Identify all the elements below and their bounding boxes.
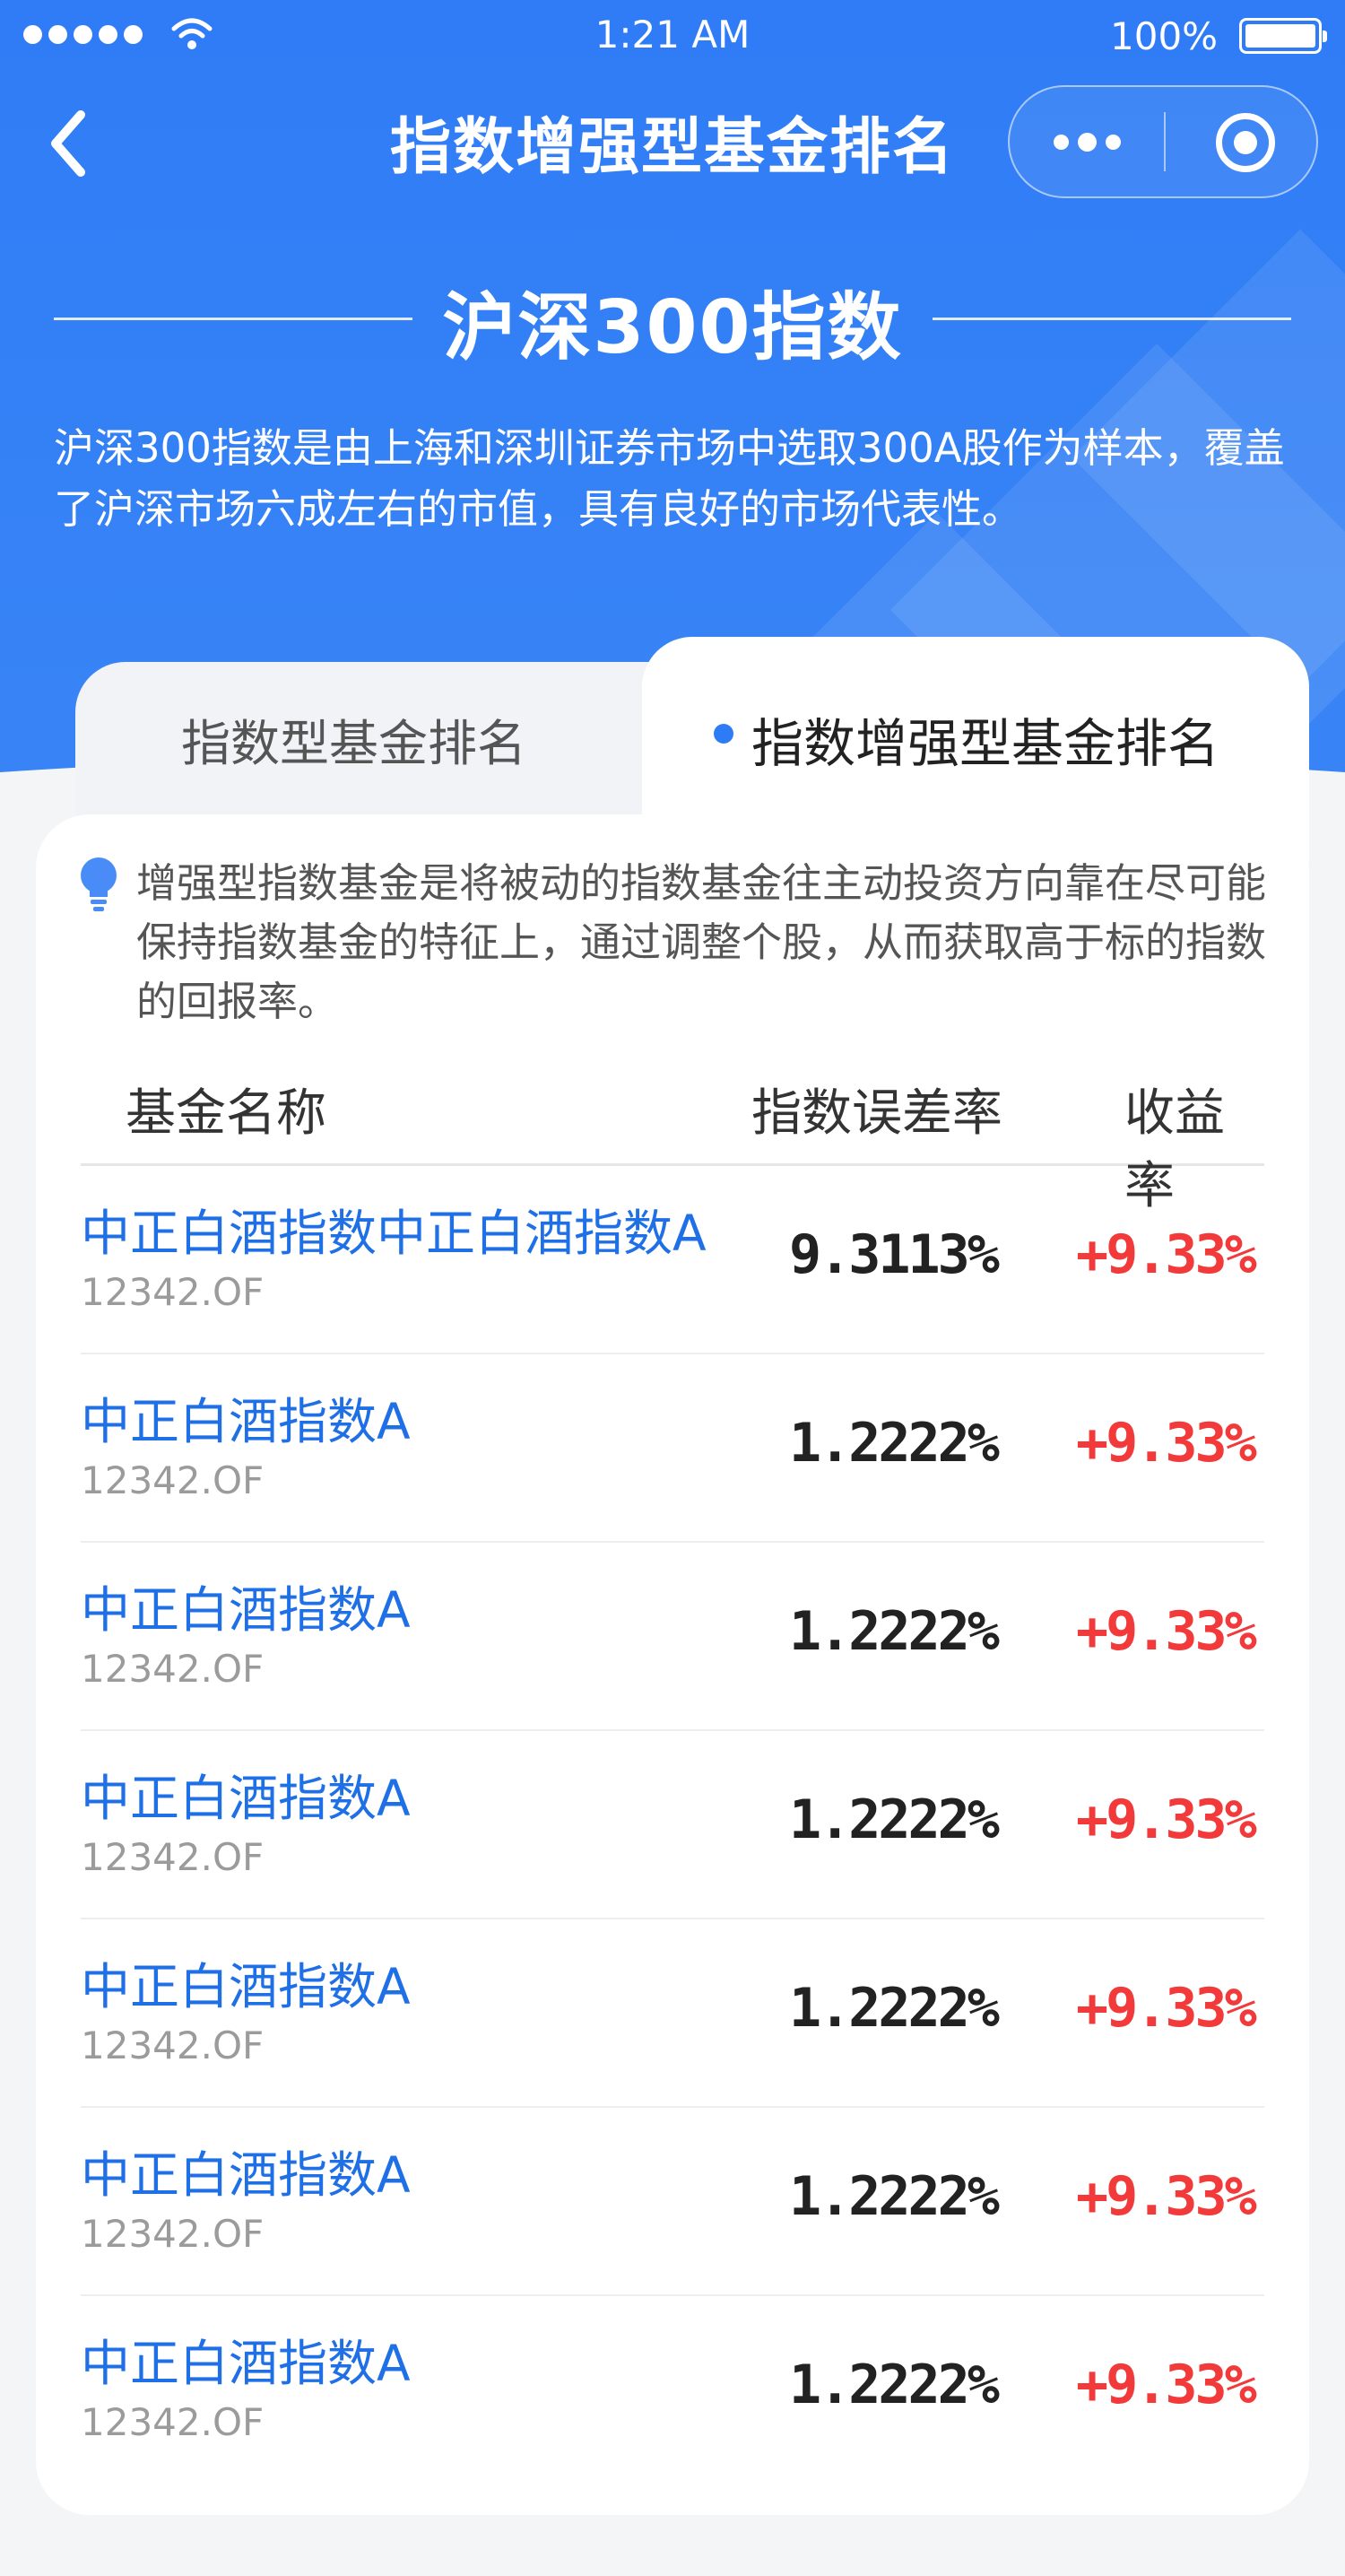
error-rate: 1.2222% [789, 1412, 1000, 1475]
lightbulb-icon [81, 857, 117, 911]
return-rate: +9.33% [1076, 2354, 1257, 2416]
fund-code: 12342.OF [81, 2212, 265, 2256]
return-rate: +9.33% [1076, 1600, 1257, 1663]
error-rate: 1.2222% [789, 1788, 1000, 1851]
error-rate: 1.2222% [789, 2354, 1000, 2416]
target-icon[interactable] [1216, 113, 1275, 172]
battery-icon [1239, 18, 1327, 54]
header-error-rate: 指数误差率 [751, 1084, 1002, 1143]
ranking-card: 增强型指数基金是将被动的指数基金往主动投资方向靠在尽可能保持指数基金的特征上，通… [36, 814, 1309, 2515]
error-rate: 9.3113% [789, 1223, 1000, 1286]
table-row[interactable]: 中正白酒指数A 12342.OF 1.2222% +9.33% [81, 1543, 1264, 1731]
fund-code: 12342.OF [81, 1835, 265, 1879]
table-row[interactable]: 中正白酒指数中正白酒指数A 12342.OF 9.3113% +9.33% [81, 1166, 1264, 1354]
fund-name[interactable]: 中正白酒指数中正白酒指数A [81, 1193, 707, 1265]
fund-code: 12342.OF [81, 1458, 265, 1502]
tab-label: 指数型基金排名 [181, 715, 527, 772]
table-header: 基金名称 指数误差率 收益率 [81, 1057, 1264, 1215]
fund-name[interactable]: 中正白酒指数A [81, 2135, 411, 2206]
return-rate: +9.33% [1076, 1412, 1257, 1475]
fund-code: 12342.OF [81, 2023, 265, 2067]
return-rate: +9.33% [1076, 1223, 1257, 1286]
fund-name[interactable]: 中正白酒指数A [81, 1946, 411, 2018]
header-fund-name: 基金名称 [126, 1084, 326, 1143]
table-row[interactable]: 中正白酒指数A 12342.OF 1.2222% +9.33% [81, 2108, 1264, 2296]
fund-name[interactable]: 中正白酒指数A [81, 2323, 411, 2395]
error-rate: 1.2222% [789, 1977, 1000, 2040]
mini-program-capsule [1008, 85, 1318, 198]
fund-name[interactable]: 中正白酒指数A [81, 1570, 411, 1641]
tip-text: 增强型指数基金是将被动的指数基金往主动投资方向靠在尽可能保持指数基金的特征上，通… [136, 859, 1267, 1025]
table-row[interactable]: 中正白酒指数A 12342.OF 1.2222% +9.33% [81, 2296, 1264, 2485]
more-dots-icon[interactable] [1010, 87, 1164, 196]
table-row[interactable]: 中正白酒指数A 12342.OF 1.2222% +9.33% [81, 1919, 1264, 2108]
table-row[interactable]: 中正白酒指数A 12342.OF 1.2222% +9.33% [81, 1731, 1264, 1919]
fund-name[interactable]: 中正白酒指数A [81, 1758, 411, 1830]
return-rate: +9.33% [1076, 1788, 1257, 1851]
index-title: 沪深300指数 [442, 285, 903, 370]
return-rate: +9.33% [1076, 1977, 1257, 2040]
index-description: 沪深300指数是由上海和深圳证券市场中选取300A股作为样本，覆盖了沪深市场六成… [54, 424, 1285, 533]
capsule-divider [1164, 112, 1166, 171]
fund-code: 12342.OF [81, 2400, 265, 2444]
return-rate: +9.33% [1076, 2165, 1257, 2228]
table-row[interactable]: 中正白酒指数A 12342.OF 1.2222% +9.33% [81, 1354, 1264, 1543]
fund-list: 中正白酒指数中正白酒指数A 12342.OF 9.3113% +9.33% 中正… [81, 1166, 1264, 2485]
battery-percentage: 100% [1110, 14, 1219, 58]
fund-name[interactable]: 中正白酒指数A [81, 1381, 411, 1453]
error-rate: 1.2222% [789, 1600, 1000, 1663]
error-rate: 1.2222% [789, 2165, 1000, 2228]
fund-code: 12342.OF [81, 1647, 265, 1691]
active-dot-icon [714, 724, 733, 744]
fund-code: 12342.OF [81, 1270, 265, 1314]
tab-label: 指数增强型基金排名 [751, 713, 1220, 774]
status-bar: 1:21 AM 100% [0, 0, 1345, 72]
